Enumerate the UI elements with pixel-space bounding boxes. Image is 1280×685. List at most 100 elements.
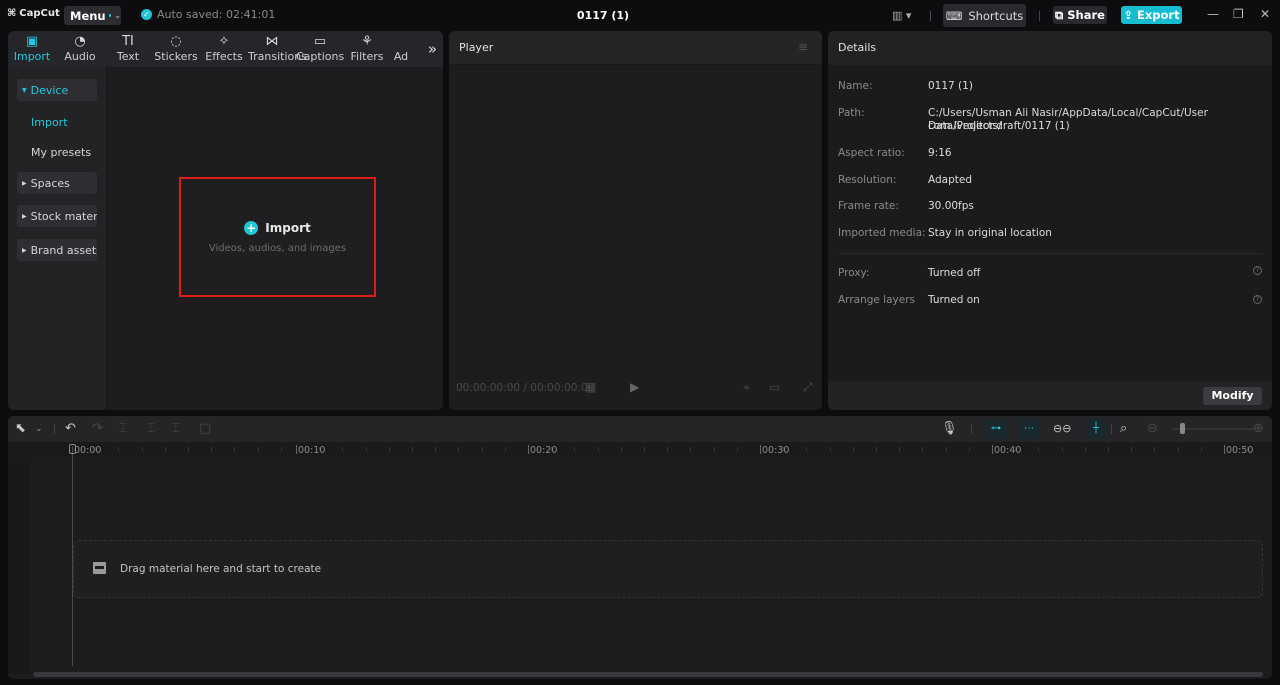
detail-label: Frame rate: bbox=[838, 200, 899, 212]
triangle-right-icon: ▶ bbox=[22, 246, 27, 254]
film-icon bbox=[93, 562, 106, 574]
tab-filters[interactable]: ⚘ Filters bbox=[344, 31, 390, 67]
tab-captions[interactable]: ▭ Captions bbox=[296, 31, 344, 67]
divider bbox=[971, 424, 972, 434]
preview-axis-toggle[interactable]: ┼ bbox=[1086, 419, 1106, 439]
playhead-handle[interactable] bbox=[69, 444, 76, 454]
restore-icon[interactable]: ❐ bbox=[1233, 7, 1244, 21]
grid-icon[interactable]: ▦ bbox=[585, 380, 596, 394]
detail-label: Resolution: bbox=[838, 174, 897, 186]
close-icon[interactable]: ✕ bbox=[1260, 7, 1270, 21]
undo-icon[interactable]: ↶ bbox=[65, 421, 76, 436]
captions-icon: ▭ bbox=[313, 34, 327, 49]
snapshot-icon[interactable]: ⌖ bbox=[743, 380, 750, 395]
more-tabs-icon[interactable]: » bbox=[428, 40, 437, 58]
share-icon: ⧉ bbox=[1055, 7, 1064, 22]
zoom-slider-handle[interactable] bbox=[1180, 423, 1185, 434]
redo-icon[interactable]: ↷ bbox=[92, 421, 103, 436]
zoom-in-icon[interactable]: ⊕ bbox=[1253, 421, 1264, 436]
detail-value: Stay in original location bbox=[928, 227, 1052, 239]
help-icon[interactable]: ? bbox=[1253, 295, 1262, 304]
modify-button[interactable]: Modify bbox=[1203, 387, 1262, 405]
cursor-icon[interactable]: ⬉ bbox=[15, 421, 26, 436]
ruler-tick bbox=[620, 447, 622, 451]
zoom-to-fit-icon[interactable]: ⌕ bbox=[1120, 421, 1127, 436]
sidebar-stock-material[interactable]: ▶Stock mater... bbox=[17, 205, 97, 227]
title-bar: ⌘ CapCut Menu ⌄ ✓ Auto saved: 02:41:01 0117… bbox=[0, 0, 1280, 30]
ruler-tick bbox=[806, 447, 808, 451]
ruler-tick bbox=[257, 447, 259, 451]
keyboard-icon: ⌨ bbox=[945, 8, 963, 23]
main-track-magnet-toggle[interactable]: ⊶ bbox=[986, 419, 1006, 439]
player-header bbox=[449, 31, 822, 65]
ruler-tick bbox=[342, 447, 344, 451]
ruler-tick bbox=[164, 447, 166, 451]
microphone-icon[interactable]: 🎙 bbox=[941, 421, 958, 436]
tab-effects[interactable]: ✧ Effects bbox=[200, 31, 248, 67]
sidebar-device[interactable]: ▼ Device bbox=[17, 79, 97, 101]
sidebar-spaces[interactable]: ▶ Spaces bbox=[17, 172, 97, 194]
tab-ad[interactable]: Ad bbox=[390, 31, 412, 67]
divider bbox=[54, 424, 55, 434]
ruler-tick bbox=[1061, 447, 1063, 451]
tab-label: Filters bbox=[350, 50, 384, 63]
triangle-right-icon: ▶ bbox=[22, 179, 27, 187]
triangle-right-icon: ▶ bbox=[22, 212, 27, 220]
split-right-icon[interactable]: ⌶ bbox=[172, 421, 180, 436]
chevron-down-icon[interactable]: ⌄ bbox=[35, 424, 43, 434]
fullscreen-icon[interactable]: ⤢ bbox=[803, 380, 813, 395]
ruler-major-tick bbox=[992, 445, 993, 454]
linkage-icon[interactable]: ⊖⊖ bbox=[1053, 422, 1071, 435]
divider bbox=[930, 11, 931, 21]
tab-audio[interactable]: ◔ Audio bbox=[56, 31, 104, 67]
tab-text[interactable]: TI Text bbox=[104, 31, 152, 67]
split-icon[interactable]: ⌶ bbox=[119, 421, 127, 436]
ratio-icon[interactable]: ▭ bbox=[769, 380, 780, 394]
tab-import[interactable]: ▣ Import bbox=[8, 31, 56, 67]
menu-button[interactable]: Menu ⌄ bbox=[64, 6, 121, 25]
timeline-ruler[interactable]: 00:00 00:10 00:20 00:30 00:40 00:50 bbox=[8, 442, 1272, 459]
tab-stickers[interactable]: ◌ Stickers bbox=[152, 31, 200, 67]
split-left-icon[interactable]: ⌶ bbox=[147, 421, 155, 436]
sidebar-item-import[interactable]: Import bbox=[31, 116, 68, 129]
transitions-icon: ⋈ bbox=[265, 34, 279, 49]
ruler-tick bbox=[690, 447, 692, 451]
ruler-tick bbox=[1084, 447, 1086, 451]
help-icon[interactable]: ? bbox=[1253, 266, 1262, 275]
sidebar-brand-assets[interactable]: ▶ Brand assets bbox=[17, 239, 97, 261]
hamburger-icon[interactable]: ≡ bbox=[798, 40, 808, 54]
detail-value: 0117 (1) bbox=[928, 80, 973, 92]
ruler-tick bbox=[852, 447, 854, 451]
ruler-tick bbox=[829, 447, 831, 451]
ruler-tick bbox=[1200, 447, 1202, 451]
audio-icon: ◔ bbox=[74, 34, 86, 49]
import-dropzone[interactable]: + Import Videos, audios, and images bbox=[179, 177, 376, 297]
chevron-down-icon: ⌄ bbox=[114, 11, 121, 20]
ruler-major-tick bbox=[760, 445, 761, 454]
ruler-label: 00:30 bbox=[762, 445, 790, 456]
zoom-out-icon[interactable]: ⊖ bbox=[1147, 421, 1158, 436]
detail-label: Arrange layers bbox=[838, 294, 915, 306]
detail-value: Turned off bbox=[928, 267, 981, 279]
play-icon[interactable]: ▶ bbox=[630, 380, 639, 394]
shortcuts-button[interactable]: ⌨ Shortcuts bbox=[943, 4, 1026, 27]
ruler-tick bbox=[1177, 447, 1179, 451]
horizontal-scrollbar[interactable] bbox=[33, 672, 1263, 677]
ruler-tick bbox=[458, 447, 460, 451]
timeline-dropzone[interactable]: Drag material here and start to create bbox=[73, 540, 1263, 598]
tab-label: Captions bbox=[296, 50, 345, 63]
auto-snapping-toggle[interactable]: ⋯ bbox=[1019, 419, 1039, 439]
export-button[interactable]: ⇪ Export bbox=[1121, 6, 1182, 24]
share-button[interactable]: ⧉ Share bbox=[1053, 6, 1107, 24]
ruler-tick bbox=[667, 447, 669, 451]
tab-transitions[interactable]: ⋈ Transitions bbox=[248, 31, 307, 67]
import-hint: Videos, audios, and images bbox=[208, 242, 347, 254]
divider bbox=[1039, 11, 1040, 21]
layout-icon[interactable]: ▥ ▾ bbox=[892, 9, 911, 22]
delete-icon[interactable]: ▢ bbox=[199, 421, 211, 436]
minimize-icon[interactable]: — bbox=[1207, 7, 1219, 21]
details-footer: Modify bbox=[828, 382, 1272, 410]
autosave-status: ✓ Auto saved: 02:41:01 bbox=[141, 8, 275, 21]
import-icon: ▣ bbox=[25, 34, 39, 49]
sidebar-item-my-presets[interactable]: My presets bbox=[31, 146, 91, 159]
